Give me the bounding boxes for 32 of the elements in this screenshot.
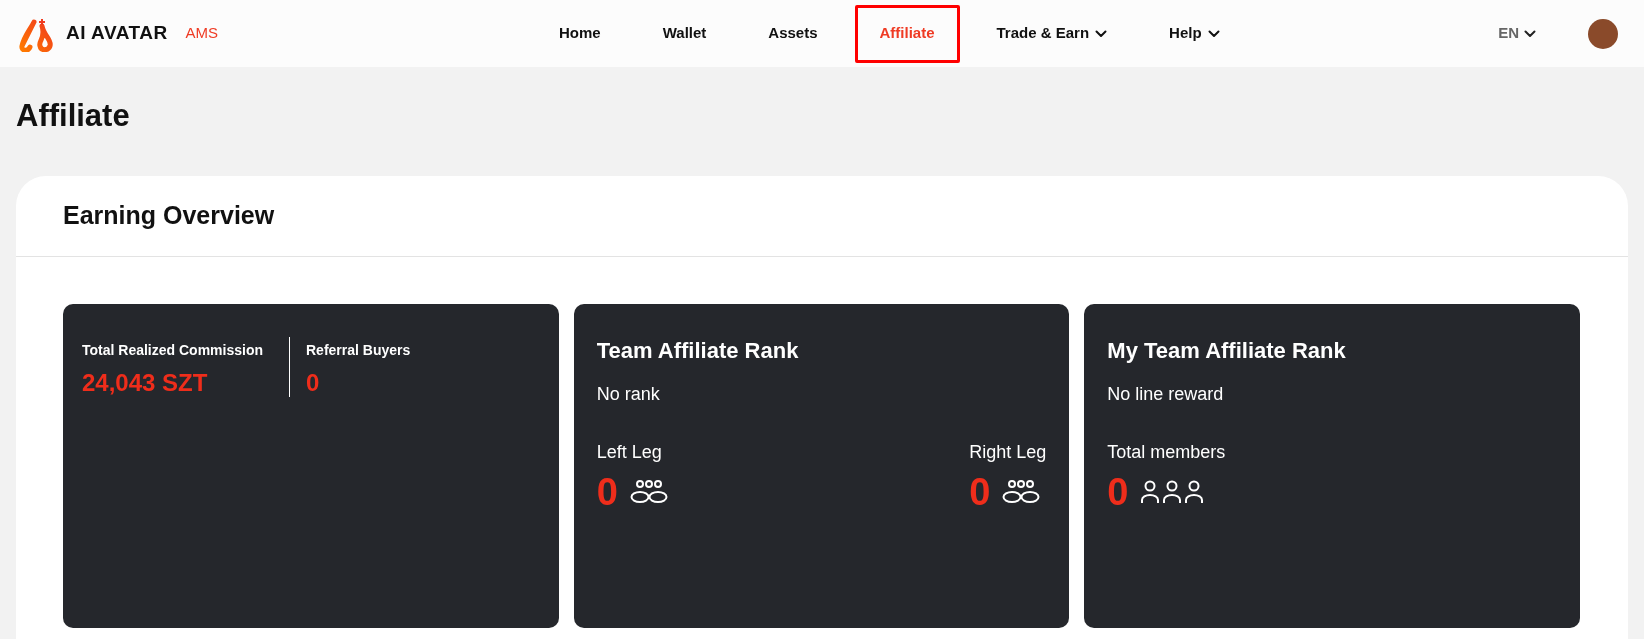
person-icon xyxy=(1162,480,1183,504)
chevron-down-icon xyxy=(1524,29,1536,38)
metric-value: 0 xyxy=(969,470,991,514)
language-selector[interactable]: EN xyxy=(1498,22,1536,45)
metric-label: Right Leg xyxy=(969,441,1047,464)
nav-tab[interactable]: Wallet xyxy=(637,4,732,63)
nav-tab[interactable]: Help xyxy=(1144,4,1245,63)
section-title: Earning Overview xyxy=(63,200,275,232)
metric-label: Left Leg xyxy=(596,441,663,464)
page-title: Affiliate xyxy=(15,97,131,135)
nav-tab[interactable]: Affiliate xyxy=(854,4,960,63)
stat-value: 24,043 SZT xyxy=(82,368,209,398)
avatar[interactable] xyxy=(1588,18,1618,49)
person-icon xyxy=(1140,480,1161,504)
stat-label: Referral Buyers xyxy=(306,341,411,360)
metric-value: 0 xyxy=(1107,470,1129,514)
nav-tab[interactable]: Trade & Earn xyxy=(971,4,1133,63)
metric-value: 0 xyxy=(596,470,618,514)
brand-tag: AMS xyxy=(185,22,219,45)
nav-tab[interactable]: Assets xyxy=(743,4,843,63)
card-title: Team Affiliate Rank xyxy=(596,337,800,365)
metric-label: Total members xyxy=(1107,441,1226,464)
group-icon xyxy=(629,480,668,504)
card-title: My Team Affiliate Rank xyxy=(1107,337,1347,365)
card-subtitle: No rank xyxy=(596,383,661,406)
nav-tab[interactable]: Home xyxy=(534,4,626,63)
brand-name: AI AVATAR xyxy=(66,21,168,46)
card-subtitle: No line reward xyxy=(1107,383,1225,406)
stat-value: 0 xyxy=(306,368,321,398)
person-icon xyxy=(1184,480,1205,504)
stat-label: Total Realized Commission xyxy=(82,341,263,360)
group-icon xyxy=(1002,480,1041,504)
